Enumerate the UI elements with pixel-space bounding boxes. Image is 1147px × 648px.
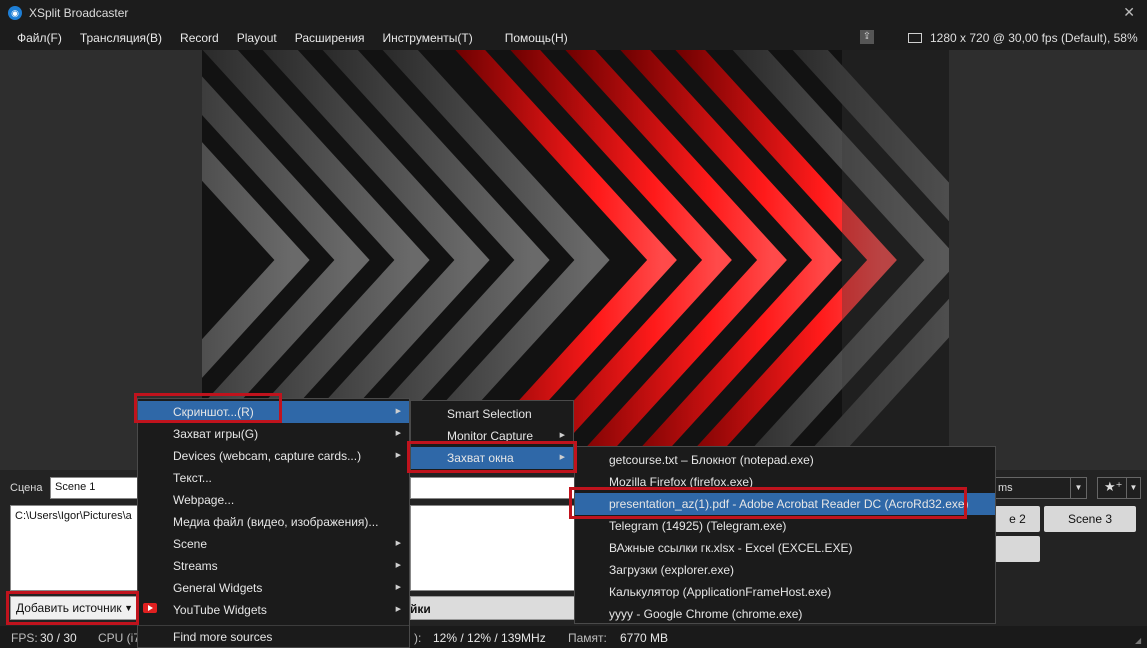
window-item-telegram[interactable]: Telegram (14925) (Telegram.exe)	[575, 515, 995, 537]
add-favorite-button[interactable]: ★⁺ ▼	[1097, 477, 1141, 499]
youtube-icon	[143, 603, 157, 613]
streams-select-value: ms	[998, 482, 1013, 494]
settings-tab-label: йки	[410, 602, 431, 616]
scene-2-button[interactable]: e 2	[995, 506, 1040, 532]
cpu-label: CPU (i7	[98, 631, 141, 645]
menu-item-devices[interactable]: Devices (webcam, capture cards...) ▶	[138, 445, 409, 467]
chevron-right-icon: ▶	[395, 408, 401, 415]
menu-item-smart-selection[interactable]: Smart Selection	[411, 403, 573, 425]
chevron-right-icon: ▶	[395, 584, 401, 591]
menu-tools[interactable]: Инструменты(T)	[374, 31, 482, 45]
scene-4-button[interactable]	[995, 536, 1040, 562]
sources-list[interactable]: C:\Users\Igor\Pictures\a	[10, 505, 138, 591]
chevron-right-icon: ▶	[559, 454, 565, 461]
settings-tab[interactable]: йки	[410, 596, 576, 620]
window-item-explorer[interactable]: Загрузки (explorer.exe)	[575, 559, 995, 581]
close-icon[interactable]: ✕	[1123, 4, 1135, 21]
chevron-right-icon: ▶	[395, 540, 401, 547]
window-item-chrome[interactable]: yyyy - Google Chrome (chrome.exe)	[575, 603, 995, 625]
chevron-right-icon: ▶	[395, 452, 401, 459]
menu-broadcast[interactable]: Трансляция(B)	[71, 31, 171, 45]
menu-item-screenshot[interactable]: Скриншот...(R) ▶	[138, 401, 409, 423]
menu-playout[interactable]: Playout	[228, 31, 286, 45]
add-source-label: Добавить источник	[16, 601, 122, 615]
menu-item-webpage[interactable]: Webpage...	[138, 489, 409, 511]
menu-item-general-widgets[interactable]: General Widgets ▶	[138, 577, 409, 599]
chevron-right-icon: ▶	[559, 432, 565, 439]
gpu-value: 12% / 12% / 139MHz	[433, 631, 546, 645]
memory-value: 6770 MB	[620, 631, 669, 645]
scene-name-input-overflow[interactable]	[410, 477, 576, 499]
menu-item-media-file[interactable]: Медиа файл (видео, изображения)...	[138, 511, 409, 533]
menu-item-find-more-sources[interactable]: Find more sources	[138, 626, 409, 648]
chevron-down-icon: ▼	[1070, 478, 1086, 498]
resize-grip-icon[interactable]: ◢	[1135, 636, 1145, 646]
fps-label: FPS:	[11, 631, 38, 645]
add-source-menu: Скриншот...(R) ▶ Захват игры(G) ▶ Devices …	[137, 398, 410, 648]
scene-label: Сцена	[10, 482, 43, 494]
menu-file[interactable]: Файл(F)	[8, 31, 71, 45]
star-add-icon: ★⁺	[1104, 479, 1123, 494]
scene-name-input[interactable]: Scene 1	[50, 477, 138, 499]
chevron-down-icon: ▼	[124, 603, 133, 613]
menu-item-text[interactable]: Текст...	[138, 467, 409, 489]
resolution-selector[interactable]: 1280 x 720 @ 30,00 fps (Default), 58%	[908, 26, 1138, 50]
sources-list-overflow	[410, 505, 576, 591]
share-icon[interactable]: ⇪	[860, 30, 874, 44]
menu-item-game-capture[interactable]: Захват игры(G) ▶	[138, 423, 409, 445]
title-bar: ◉ XSplit Broadcaster ✕	[0, 0, 1147, 26]
menu-item-streams[interactable]: Streams ▶	[138, 555, 409, 577]
screenshot-submenu: Smart Selection Monitor Capture ▶ Захват …	[410, 400, 574, 471]
window-title: XSplit Broadcaster	[29, 6, 129, 20]
menu-item-window-capture[interactable]: Захват окна ▶	[411, 447, 573, 469]
streams-select[interactable]: ms ▼	[995, 477, 1087, 499]
menu-help[interactable]: Помощь(H)	[496, 31, 577, 45]
window-item-acrobat[interactable]: presentation_az(1).pdf - Adobe Acrobat R…	[575, 493, 995, 515]
chevron-right-icon: ▶	[395, 562, 401, 569]
window-item-notepad[interactable]: getcourse.txt – Блокнот (notepad.exe)	[575, 449, 995, 471]
window-item-excel[interactable]: ВАжные ссылки гк.xlsx - Excel (EXCEL.EXE…	[575, 537, 995, 559]
menu-record[interactable]: Record	[171, 31, 228, 45]
menu-item-youtube-widgets[interactable]: YouTube Widgets ▶	[138, 599, 409, 621]
window-item-firefox[interactable]: Mozilla Firefox (firefox.exe)	[575, 471, 995, 493]
broadcast-icon: ◉	[8, 6, 22, 20]
source-item[interactable]: C:\Users\Igor\Pictures\a	[11, 506, 137, 526]
add-source-button[interactable]: Добавить источник ▼	[10, 596, 138, 620]
chevron-right-icon: ▶	[395, 606, 401, 613]
scene-3-button[interactable]: Scene 3	[1044, 506, 1136, 532]
fps-value: 30 / 30	[40, 631, 77, 645]
menu-item-monitor-capture[interactable]: Monitor Capture ▶	[411, 425, 573, 447]
window-item-calculator[interactable]: Калькулятор (ApplicationFrameHost.exe)	[575, 581, 995, 603]
menu-item-scene[interactable]: Scene ▶	[138, 533, 409, 555]
menu-extensions[interactable]: Расширения	[286, 31, 374, 45]
window-capture-submenu: getcourse.txt – Блокнот (notepad.exe) Mo…	[574, 446, 996, 624]
gpu-label: ):	[414, 631, 422, 645]
chevron-right-icon: ▶	[395, 430, 401, 437]
monitor-icon	[908, 33, 922, 43]
resolution-label: 1280 x 720 @ 30,00 fps (Default), 58%	[930, 31, 1138, 45]
memory-label: Памят:	[568, 631, 607, 645]
chevron-down-icon: ▼	[1126, 478, 1140, 498]
